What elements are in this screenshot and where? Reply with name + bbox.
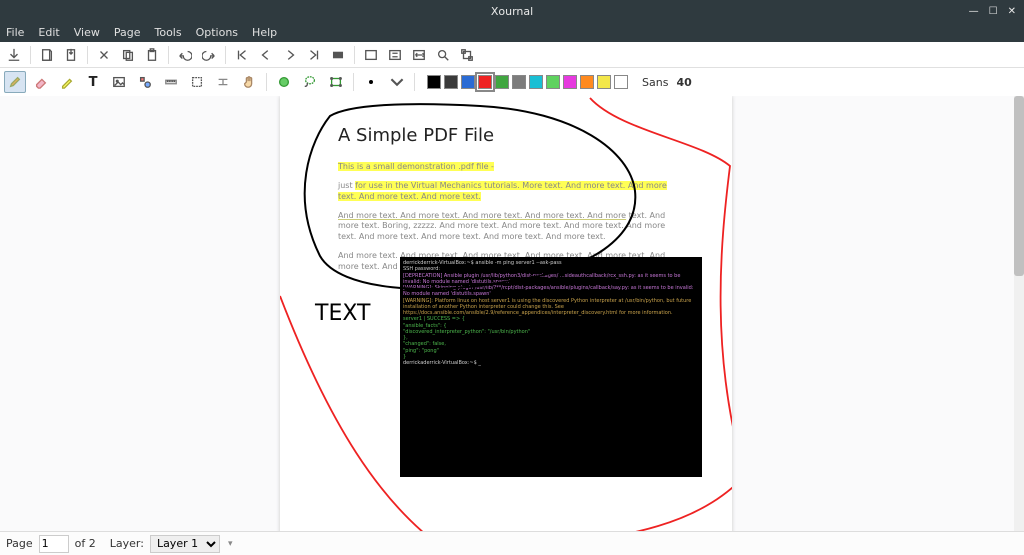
color-black[interactable]	[427, 75, 441, 89]
hand-tool[interactable]	[238, 71, 260, 93]
zoom-in-button[interactable]	[457, 45, 477, 65]
embedded-terminal-image: derrickderrick-VirtualBox:~$ ansible -m …	[400, 257, 702, 477]
maximize-button[interactable]: ☐	[989, 6, 998, 17]
page-total: of 2	[75, 537, 96, 550]
shape-recognizer-tool[interactable]	[134, 71, 156, 93]
menu-bar: File Edit View Page Tools Options Help	[0, 22, 1024, 42]
ruler-tool[interactable]	[160, 71, 182, 93]
color-lime[interactable]	[546, 75, 560, 89]
term-line: [WARNING]: Platform linux on host server…	[403, 298, 699, 317]
color-red-active[interactable]	[478, 75, 492, 89]
separator	[225, 46, 226, 64]
undo-button[interactable]	[175, 45, 195, 65]
separator	[354, 46, 355, 64]
cut-button[interactable]	[94, 45, 114, 65]
color-white[interactable]	[614, 75, 628, 89]
paste-button[interactable]	[142, 45, 162, 65]
text-annotation[interactable]: TEXT	[315, 301, 370, 326]
first-page-button[interactable]	[232, 45, 252, 65]
title-bar: Xournal — ☐ ✕	[0, 0, 1024, 22]
thickness-dropdown[interactable]	[386, 71, 408, 93]
close-button[interactable]: ✕	[1008, 6, 1016, 17]
new-button[interactable]	[37, 45, 57, 65]
canvas-area[interactable]: A Simple PDF File This is a small demons…	[0, 96, 1024, 531]
pdf-p2a: just	[338, 181, 355, 190]
select-rectangle-tool[interactable]	[325, 71, 347, 93]
page-number-input[interactable]	[39, 535, 69, 553]
status-bar: Page of 2 Layer: Layer 1 ▾	[0, 531, 1024, 555]
color-darkgray[interactable]	[444, 75, 458, 89]
scrollbar-thumb[interactable]	[1014, 96, 1024, 276]
copy-button[interactable]	[118, 45, 138, 65]
separator	[168, 46, 169, 64]
color-swatches	[427, 75, 628, 89]
color-gray[interactable]	[512, 75, 526, 89]
open-button[interactable]	[61, 45, 81, 65]
next-page-button[interactable]	[280, 45, 300, 65]
prev-page-button[interactable]	[256, 45, 276, 65]
menu-file[interactable]: File	[6, 26, 24, 39]
term-line: [DEPRECATION] Ansible plugin /usr/lib/py…	[403, 273, 699, 286]
fullscreen-button[interactable]	[361, 45, 381, 65]
fit-width-button[interactable]	[409, 45, 429, 65]
page-label: Page	[6, 537, 33, 550]
layer-dropdown-icon[interactable]: ▾	[228, 539, 233, 549]
image-tool[interactable]	[108, 71, 130, 93]
pdf-p1: This is a small demonstration .pdf file …	[338, 162, 494, 171]
color-cyan[interactable]	[529, 75, 543, 89]
vertical-space-tool[interactable]	[212, 71, 234, 93]
separator	[414, 73, 415, 91]
thickness-fine[interactable]	[360, 71, 382, 93]
text-tool[interactable]: T	[82, 71, 104, 93]
redo-button[interactable]	[199, 45, 219, 65]
zoom-out-button[interactable]	[328, 45, 348, 65]
color-green[interactable]	[495, 75, 509, 89]
fit-page-button[interactable]	[385, 45, 405, 65]
main-toolbar	[0, 42, 1024, 68]
separator	[30, 46, 31, 64]
layer-label: Layer:	[110, 537, 144, 550]
font-size-label[interactable]: 40	[676, 76, 691, 89]
document-page[interactable]: A Simple PDF File This is a small demons…	[280, 96, 732, 531]
pdf-title: A Simple PDF File	[338, 124, 678, 148]
term-line: derrickaderrick-VirtualBox:~$ _	[403, 360, 699, 366]
lasso-tool[interactable]	[299, 71, 321, 93]
separator	[353, 73, 354, 91]
menu-options[interactable]: Options	[196, 26, 238, 39]
menu-page[interactable]: Page	[114, 26, 141, 39]
layer-selector[interactable]: Layer 1	[150, 535, 220, 553]
pdf-p3a: And more text. And more text. And more t…	[338, 211, 626, 220]
color-yellow[interactable]	[597, 75, 611, 89]
highlighter-tool[interactable]	[56, 71, 78, 93]
font-family-label[interactable]: Sans	[642, 76, 668, 89]
default-tool[interactable]	[273, 71, 295, 93]
last-page-button[interactable]	[304, 45, 324, 65]
color-orange[interactable]	[580, 75, 594, 89]
eraser-tool[interactable]	[30, 71, 52, 93]
vertical-scrollbar[interactable]	[1014, 96, 1024, 531]
menu-tools[interactable]: Tools	[154, 26, 181, 39]
zoom-button[interactable]	[433, 45, 453, 65]
select-region-tool[interactable]	[186, 71, 208, 93]
menu-edit[interactable]: Edit	[38, 26, 59, 39]
window-title: Xournal	[491, 5, 533, 18]
pencil-tool[interactable]	[4, 71, 26, 93]
minimize-button[interactable]: —	[969, 6, 979, 17]
color-magenta[interactable]	[563, 75, 577, 89]
menu-view[interactable]: View	[74, 26, 100, 39]
separator	[266, 73, 267, 91]
pdf-p2b: for use in the Virtual Mechanics tutoria…	[338, 181, 667, 201]
save-button[interactable]	[4, 45, 24, 65]
menu-help[interactable]: Help	[252, 26, 277, 39]
color-blue[interactable]	[461, 75, 475, 89]
tool-toolbar: T Sans 40	[0, 68, 1024, 96]
separator	[87, 46, 88, 64]
term-line: [WARNING]: Skipping plugin /usr/lib/?**/…	[403, 285, 699, 298]
